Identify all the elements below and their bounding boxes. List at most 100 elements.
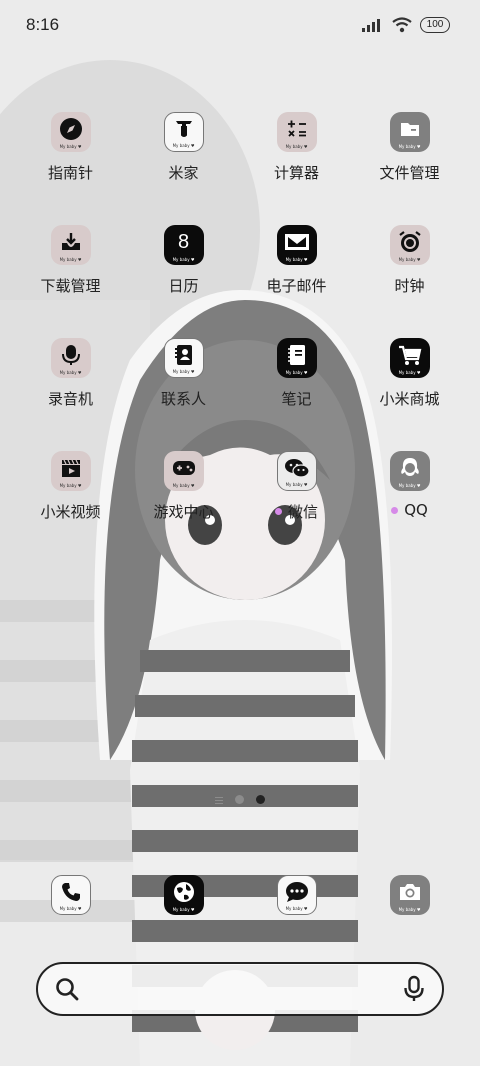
app-label: 游戏中心 (153, 503, 214, 521)
menu-lines-icon (215, 796, 223, 804)
calendar-tile[interactable]: 8 My baby ♥ (163, 225, 204, 265)
badge-text: My baby ♥ (59, 144, 82, 149)
app-label: 计算器 (273, 164, 319, 182)
clock-tile[interactable]: My baby ♥ (389, 225, 430, 265)
contacts-tile[interactable]: My baby ♥ (163, 338, 204, 378)
status-time: 8:16 (26, 15, 60, 34)
app-label-qq: QQ (391, 501, 428, 519)
app-label: 联系人 (160, 390, 206, 408)
app-mijia[interactable]: My baby ♥ 米家 (127, 112, 240, 225)
calculator-tile[interactable]: My baby ♥ (276, 112, 317, 152)
badge-text: My baby ♥ (172, 907, 195, 912)
app-label: 米家 (168, 164, 199, 182)
dock-phone[interactable]: My baby ♥ (14, 875, 127, 917)
page-indicator[interactable] (0, 795, 480, 804)
badge-text: My baby ♥ (59, 906, 82, 911)
app-notes[interactable]: My baby ♥ 笔记 (240, 338, 353, 451)
camera-tile[interactable]: My baby ♥ (389, 875, 430, 915)
downloads-tile[interactable]: My baby ♥ (50, 225, 91, 265)
app-label-wechat: 微信 (274, 501, 318, 522)
video-icon (61, 459, 80, 477)
phone-tile[interactable]: My baby ♥ (50, 875, 91, 915)
mijia-icon (175, 121, 192, 137)
app-label-text: QQ (404, 501, 428, 519)
wifi-icon (392, 17, 412, 33)
badge-text: My baby ♥ (398, 483, 421, 488)
badge-text: My baby ♥ (59, 483, 82, 488)
app-label: 录音机 (47, 390, 93, 408)
recorder-tile[interactable]: My baby ♥ (50, 338, 91, 378)
app-game-center[interactable]: My baby ♥ 游戏中心 (127, 451, 240, 564)
phone-icon (61, 883, 80, 901)
app-mi-store[interactable]: My baby ♥ 小米商城 (353, 338, 466, 451)
wechat-tile[interactable]: My baby ♥ (276, 451, 317, 491)
badge-text: My baby ♥ (172, 369, 195, 374)
badge-text: My baby ♥ (285, 257, 308, 262)
badge-text: My baby ♥ (285, 906, 308, 911)
app-label: 电子邮件 (266, 277, 327, 295)
app-recorder[interactable]: My baby ♥ 录音机 (14, 338, 127, 451)
app-email[interactable]: My baby ♥ 电子邮件 (240, 225, 353, 338)
app-label: 时钟 (394, 277, 425, 295)
app-label: 小米视频 (40, 503, 101, 521)
dock-camera[interactable]: My baby ♥ (353, 875, 466, 917)
folder-icon (400, 123, 419, 136)
dock: My baby ♥ My baby ♥ My baby ♥ My baby ♥ (14, 875, 466, 917)
microphone-icon[interactable] (402, 975, 426, 1003)
calendar-icon: 8 (177, 230, 190, 253)
app-compass[interactable]: My baby ♥ 指南针 (14, 112, 127, 225)
app-file-manager[interactable]: My baby ♥ 文件管理 (353, 112, 466, 225)
email-tile[interactable]: My baby ♥ (276, 225, 317, 265)
app-contacts[interactable]: My baby ♥ 联系人 (127, 338, 240, 451)
app-label: 文件管理 (379, 164, 440, 182)
search-icon[interactable] (54, 976, 80, 1002)
shopping-cart-icon (398, 345, 421, 365)
file-manager-tile[interactable]: My baby ♥ (389, 112, 430, 152)
game-center-tile[interactable]: My baby ♥ (163, 451, 204, 491)
app-downloads[interactable]: My baby ♥ 下载管理 (14, 225, 127, 338)
mijia-tile[interactable]: My baby ♥ (163, 112, 204, 152)
app-label: 小米商城 (379, 390, 440, 408)
chat-bubble-icon (285, 882, 308, 902)
contacts-icon (174, 345, 192, 365)
qq-tile[interactable]: My baby ♥ (389, 451, 430, 491)
app-mi-video[interactable]: My baby ♥ 小米视频 (14, 451, 127, 564)
camera-icon (399, 884, 420, 900)
app-label: 下载管理 (40, 277, 101, 295)
notes-tile[interactable]: My baby ♥ (276, 338, 317, 378)
compass-icon (59, 118, 82, 140)
alarm-clock-icon (398, 231, 421, 252)
badge-text: My baby ♥ (285, 370, 308, 375)
app-wechat[interactable]: My baby ♥ 微信 (240, 451, 353, 564)
messages-tile[interactable]: My baby ♥ (276, 875, 317, 915)
badge-text: My baby ♥ (398, 144, 421, 149)
microphone-icon (61, 345, 80, 365)
app-calculator[interactable]: My baby ♥ 计算器 (240, 112, 353, 225)
app-qq[interactable]: My baby ♥ QQ (353, 451, 466, 564)
dock-browser[interactable]: My baby ♥ (127, 875, 240, 917)
battery-icon: 100 (420, 17, 450, 33)
page-dot-active[interactable] (256, 795, 265, 804)
browser-tile[interactable]: My baby ♥ (163, 875, 204, 915)
dock-messages[interactable]: My baby ♥ (240, 875, 353, 917)
badge-text: My baby ♥ (59, 370, 82, 375)
badge-text: My baby ♥ (398, 907, 421, 912)
mail-icon (284, 234, 309, 250)
badge-text: My baby ♥ (285, 144, 308, 149)
globe-icon (173, 882, 194, 902)
mi-video-tile[interactable]: My baby ♥ (50, 451, 91, 491)
search-bar[interactable] (36, 962, 444, 1016)
qq-penguin-icon (400, 458, 419, 476)
new-notification-dot (391, 506, 399, 514)
mi-store-tile[interactable]: My baby ♥ (389, 338, 430, 378)
signal-icon (362, 19, 380, 32)
app-clock[interactable]: My baby ♥ 时钟 (353, 225, 466, 338)
app-calendar[interactable]: 8 My baby ♥ 日历 (127, 225, 240, 338)
page-dot[interactable] (235, 795, 244, 804)
badge-text: My baby ♥ (59, 257, 82, 262)
app-label: 笔记 (281, 390, 312, 408)
compass-tile[interactable]: My baby ♥ (50, 112, 91, 152)
badge-text: My baby ♥ (172, 143, 195, 148)
wechat-icon (284, 459, 310, 478)
app-label: 日历 (168, 277, 199, 295)
